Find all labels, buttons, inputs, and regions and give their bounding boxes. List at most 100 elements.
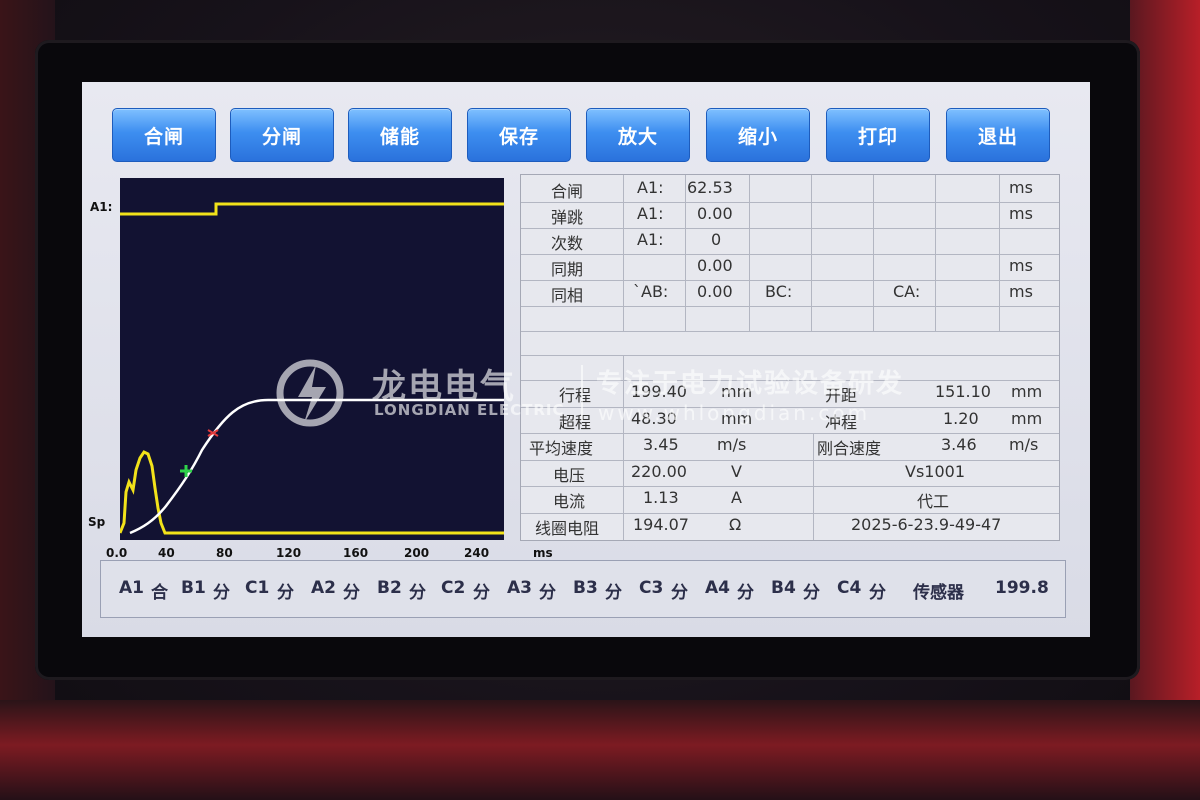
waveform-plot[interactable] [120,178,504,540]
coil-resistance-unit: Ω [729,515,742,534]
bounce-label: 弹跳 [551,208,584,227]
gap-label: 开距 [825,386,858,405]
same-phase-label: 同相 [551,286,584,305]
overtravel-value: 48.30 [631,409,677,428]
channel-name: C3 [639,578,664,598]
sync-label: 同期 [551,260,584,279]
test-timestamp: 2025-6-23.9-49-47 [851,515,1002,534]
channel-state: 分 [277,583,294,603]
bounce-value: 0.00 [697,204,733,223]
stroke-value: 1.20 [943,409,979,428]
sensor-label: 传感器 [913,583,964,603]
gap-value: 151.10 [935,382,991,401]
speed-trace [120,450,504,535]
channel-name: B4 [771,578,796,598]
x-tick: 200 [404,546,430,560]
operator-value: 代工 [917,492,950,511]
close-time-label: 合闸 [551,182,584,201]
charge-button[interactable]: 储能 [348,108,452,162]
x-tick: 0.0 [106,546,128,560]
device-frame-right [1130,0,1200,800]
count-phase: A1: [637,230,664,249]
x-tick: 240 [464,546,490,560]
count-label: 次数 [551,234,584,253]
sensor-value: 199.8 [995,578,1049,598]
stroke-unit: mm [1011,409,1043,428]
x-unit-label: ms [533,546,553,560]
close-speed-value: 3.46 [941,435,977,454]
same-phase-unit: ms [1009,282,1033,301]
x-tick: 40 [158,546,175,560]
channel-state: 分 [409,583,426,603]
waveform-svg [120,202,504,535]
channel-name: B1 [181,578,206,598]
travel-unit: mm [721,382,753,401]
channel-state: 分 [213,583,230,603]
bc-label: BC: [765,282,793,301]
bounce-unit: ms [1009,204,1033,223]
x-tick: 160 [343,546,369,560]
voltage-label: 电压 [553,466,586,485]
x-tick: 120 [276,546,302,560]
coil-resistance-value: 194.07 [633,515,689,534]
close-button[interactable]: 合闸 [112,108,216,162]
avg-speed-label: 平均速度 [529,439,594,458]
gap-unit: mm [1011,382,1043,401]
channel-name: C2 [441,578,466,598]
channel-state: 分 [343,583,360,603]
voltage-value: 220.00 [631,462,687,481]
channel-name: C1 [245,578,270,598]
toolbar: 合闸 分闸 储能 保存 放大 缩小 打印 退出 [110,102,1060,162]
channel-state: 分 [737,583,754,603]
channel-name: A4 [705,578,730,598]
x-tick: 80 [216,546,233,560]
zoom-in-button[interactable]: 放大 [586,108,690,162]
channel-label-sp: Sp [88,515,106,529]
current-value: 1.13 [643,488,679,507]
lcd-screen: 合闸 分闸 储能 保存 放大 缩小 打印 退出 A1: Sp 0.0 40 80… [82,82,1090,637]
sync-value: 0.00 [697,256,733,275]
model-value: Vs1001 [905,462,965,481]
close-time-unit: ms [1009,178,1033,197]
channel-name: A2 [311,578,336,598]
channel-state: 分 [869,583,886,603]
channel-name: B2 [377,578,402,598]
close-speed-label: 刚合速度 [817,439,882,458]
current-label: 电流 [553,492,586,511]
save-button[interactable]: 保存 [467,108,571,162]
channel-status-bar: A1 合 B1 分 C1 分 A2 分 B2 分 C2 分 A3 分 B3 分 … [100,560,1066,618]
bounce-phase: A1: [637,204,664,223]
avg-speed-value: 3.45 [643,435,679,454]
exit-button[interactable]: 退出 [946,108,1050,162]
channel-label-a1: A1: [90,200,113,214]
channel-state: 分 [473,583,490,603]
close-speed-unit: m/s [1009,435,1039,454]
zoom-out-button[interactable]: 缩小 [706,108,810,162]
close-time-phase: A1: [637,178,664,197]
coil-resistance-label: 线圈电阻 [535,519,600,538]
sync-unit: ms [1009,256,1033,275]
print-button[interactable]: 打印 [826,108,930,162]
ab-value: 0.00 [697,282,733,301]
current-unit: A [731,488,742,507]
channel-state: 合 [151,583,168,603]
results-table: 合闸 A1: 62.53 ms 弹跳 A1: 0.00 ms 次数 A1: 0 … [520,174,1060,541]
travel-label: 行程 [559,386,592,405]
travel-value: 199.40 [631,382,687,401]
avg-speed-unit: m/s [717,435,747,454]
close-marker [180,465,192,477]
channel-state: 分 [803,583,820,603]
close-time-value: 62.53 [687,178,733,197]
channel-state: 分 [671,583,688,603]
channel-state: 分 [605,583,622,603]
channel-name: A1 [119,578,144,598]
count-value: 0 [711,230,722,249]
device-frame-bottom [0,700,1200,800]
channel-state: 分 [539,583,556,603]
channel-name: C4 [837,578,862,598]
ca-label: CA: [893,282,921,301]
stroke-label: 冲程 [825,413,858,432]
open-button[interactable]: 分闸 [230,108,334,162]
overtravel-label: 超程 [559,413,592,432]
channel-name: A3 [507,578,532,598]
